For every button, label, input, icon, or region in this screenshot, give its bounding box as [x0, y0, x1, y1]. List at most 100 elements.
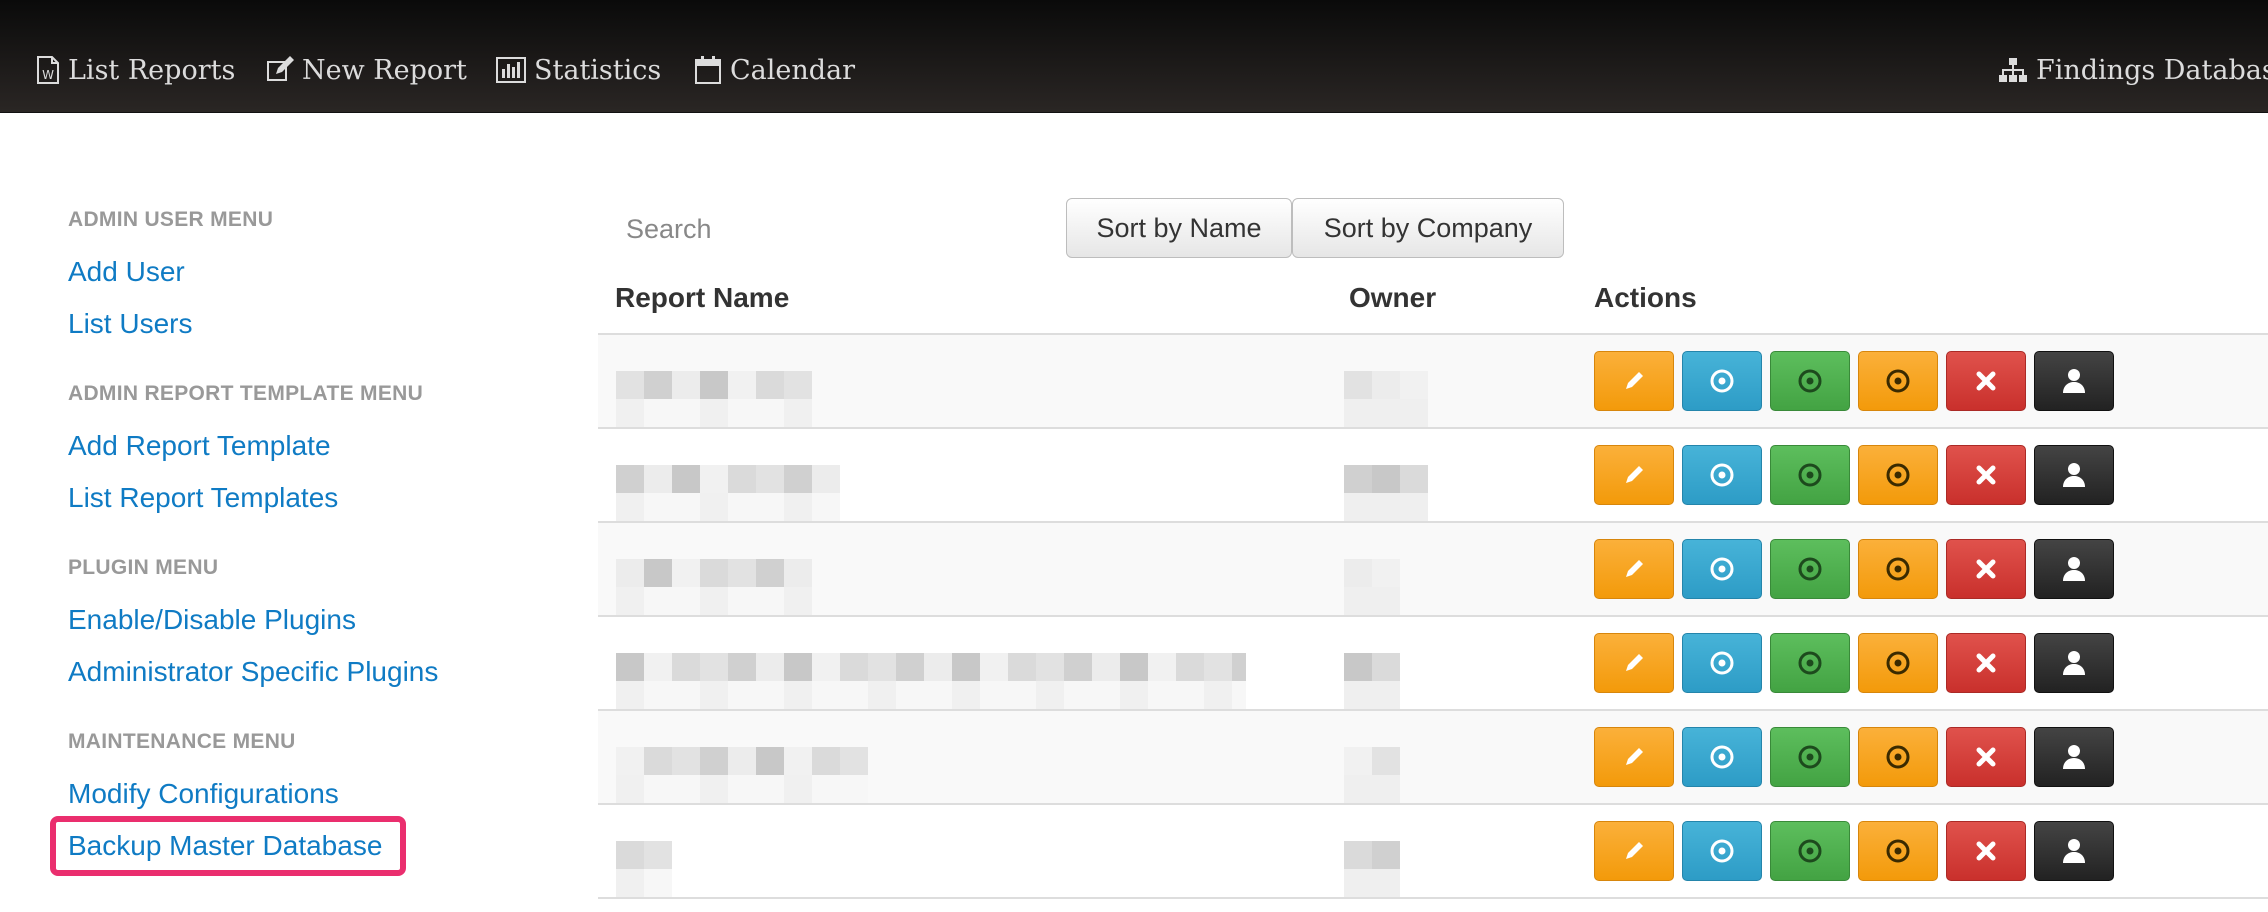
- table-row-divider: [598, 897, 2268, 899]
- user-icon: [2061, 461, 2087, 489]
- delete-report-button[interactable]: [1946, 351, 2026, 411]
- pencil-icon: [1621, 556, 1647, 582]
- nav-statistics-label: Statistics: [534, 54, 662, 86]
- play-circle-icon: [1796, 837, 1824, 865]
- generate-report-alt-button[interactable]: [1858, 351, 1938, 411]
- nav-findings-database[interactable]: Findings Database: [1998, 50, 2268, 90]
- bar-chart-icon: [496, 57, 526, 83]
- user-icon: [2061, 837, 2087, 865]
- delete-report-button[interactable]: [1946, 633, 2026, 693]
- generate-report-button[interactable]: [1770, 351, 1850, 411]
- report-owner-button[interactable]: [2034, 727, 2114, 787]
- top-navbar: W List Reports New Report Statistics Cal…: [0, 0, 2268, 113]
- sort-by-company-button[interactable]: Sort by Company: [1292, 198, 1564, 258]
- sort-by-name-button[interactable]: Sort by Name: [1066, 198, 1292, 258]
- edit-report-button[interactable]: [1594, 539, 1674, 599]
- report-owner-button[interactable]: [2034, 539, 2114, 599]
- pencil-icon: [1621, 744, 1647, 770]
- play-circle-icon: [1708, 837, 1736, 865]
- admin-user-menu-heading: ADMIN USER MENU: [68, 208, 274, 231]
- x-icon: [1974, 557, 1998, 581]
- highlight-annotation: [50, 816, 406, 876]
- add-report-template-link[interactable]: Add Report Template: [68, 430, 331, 462]
- generate-report-alt-button[interactable]: [1858, 727, 1938, 787]
- play-circle-icon: [1884, 837, 1912, 865]
- generate-report-button[interactable]: [1770, 445, 1850, 505]
- search-input[interactable]: [600, 200, 1040, 258]
- calendar-icon: [694, 55, 722, 85]
- delete-report-button[interactable]: [1946, 821, 2026, 881]
- modify-configurations-link[interactable]: Modify Configurations: [68, 778, 339, 810]
- nav-list-reports[interactable]: W List Reports: [36, 50, 235, 90]
- plugin-menu-heading: PLUGIN MENU: [68, 556, 219, 579]
- play-circle-icon: [1708, 367, 1736, 395]
- nav-list-reports-label: List Reports: [68, 54, 236, 86]
- x-icon: [1974, 839, 1998, 863]
- edit-report-button[interactable]: [1594, 727, 1674, 787]
- play-circle-icon: [1796, 461, 1824, 489]
- column-header-actions: Actions: [1594, 282, 1697, 313]
- edit-report-button[interactable]: [1594, 351, 1674, 411]
- generate-report-button[interactable]: [1770, 633, 1850, 693]
- report-owner-button[interactable]: [2034, 821, 2114, 881]
- add-user-link[interactable]: Add User: [68, 256, 185, 288]
- user-icon: [2061, 367, 2087, 395]
- delete-report-button[interactable]: [1946, 539, 2026, 599]
- delete-report-button[interactable]: [1946, 727, 2026, 787]
- play-circle-icon: [1884, 743, 1912, 771]
- column-header-owner: Owner: [1349, 282, 1437, 313]
- play-circle-icon: [1884, 555, 1912, 583]
- list-report-templates-link[interactable]: List Report Templates: [68, 482, 338, 514]
- preview-report-button[interactable]: [1682, 351, 1762, 411]
- generate-report-alt-button[interactable]: [1858, 445, 1938, 505]
- nav-calendar[interactable]: Calendar: [694, 50, 855, 90]
- user-icon: [2061, 555, 2087, 583]
- pencil-icon: [1621, 368, 1647, 394]
- generate-report-alt-button[interactable]: [1858, 821, 1938, 881]
- preview-report-button[interactable]: [1682, 633, 1762, 693]
- enable-disable-plugins-link[interactable]: Enable/Disable Plugins: [68, 604, 356, 636]
- nav-statistics[interactable]: Statistics: [496, 50, 661, 90]
- x-icon: [1974, 651, 1998, 675]
- x-icon: [1974, 369, 1998, 393]
- x-icon: [1974, 463, 1998, 487]
- maintenance-menu-heading: MAINTENANCE MENU: [68, 730, 296, 753]
- play-circle-icon: [1708, 743, 1736, 771]
- preview-report-button[interactable]: [1682, 727, 1762, 787]
- generate-report-alt-button[interactable]: [1858, 633, 1938, 693]
- pencil-icon: [1621, 650, 1647, 676]
- sitemap-icon: [1998, 57, 2028, 83]
- report-owner-button[interactable]: [2034, 351, 2114, 411]
- edit-report-button[interactable]: [1594, 633, 1674, 693]
- preview-report-button[interactable]: [1682, 539, 1762, 599]
- list-users-link[interactable]: List Users: [68, 308, 192, 340]
- nav-new-report[interactable]: New Report: [266, 50, 467, 90]
- column-header-report-name: Report Name: [615, 282, 790, 313]
- edit-report-button[interactable]: [1594, 445, 1674, 505]
- preview-report-button[interactable]: [1682, 445, 1762, 505]
- administrator-specific-plugins-link[interactable]: Administrator Specific Plugins: [68, 656, 438, 688]
- nav-new-report-label: New Report: [302, 54, 467, 86]
- play-circle-icon: [1796, 367, 1824, 395]
- edit-icon: [266, 56, 294, 84]
- play-circle-icon: [1796, 649, 1824, 677]
- word-document-icon: W: [36, 55, 60, 85]
- generate-report-button[interactable]: [1770, 539, 1850, 599]
- preview-report-button[interactable]: [1682, 821, 1762, 881]
- generate-report-button[interactable]: [1770, 727, 1850, 787]
- generate-report-button[interactable]: [1770, 821, 1850, 881]
- admin-report-template-menu-heading: ADMIN REPORT TEMPLATE MENU: [68, 382, 424, 405]
- report-owner-button[interactable]: [2034, 633, 2114, 693]
- report-owner-button[interactable]: [2034, 445, 2114, 505]
- user-icon: [2061, 743, 2087, 771]
- play-circle-icon: [1708, 649, 1736, 677]
- play-circle-icon: [1708, 461, 1736, 489]
- user-icon: [2061, 649, 2087, 677]
- play-circle-icon: [1884, 461, 1912, 489]
- delete-report-button[interactable]: [1946, 445, 2026, 505]
- pencil-icon: [1621, 462, 1647, 488]
- play-circle-icon: [1708, 555, 1736, 583]
- edit-report-button[interactable]: [1594, 821, 1674, 881]
- generate-report-alt-button[interactable]: [1858, 539, 1938, 599]
- nav-calendar-label: Calendar: [730, 54, 856, 86]
